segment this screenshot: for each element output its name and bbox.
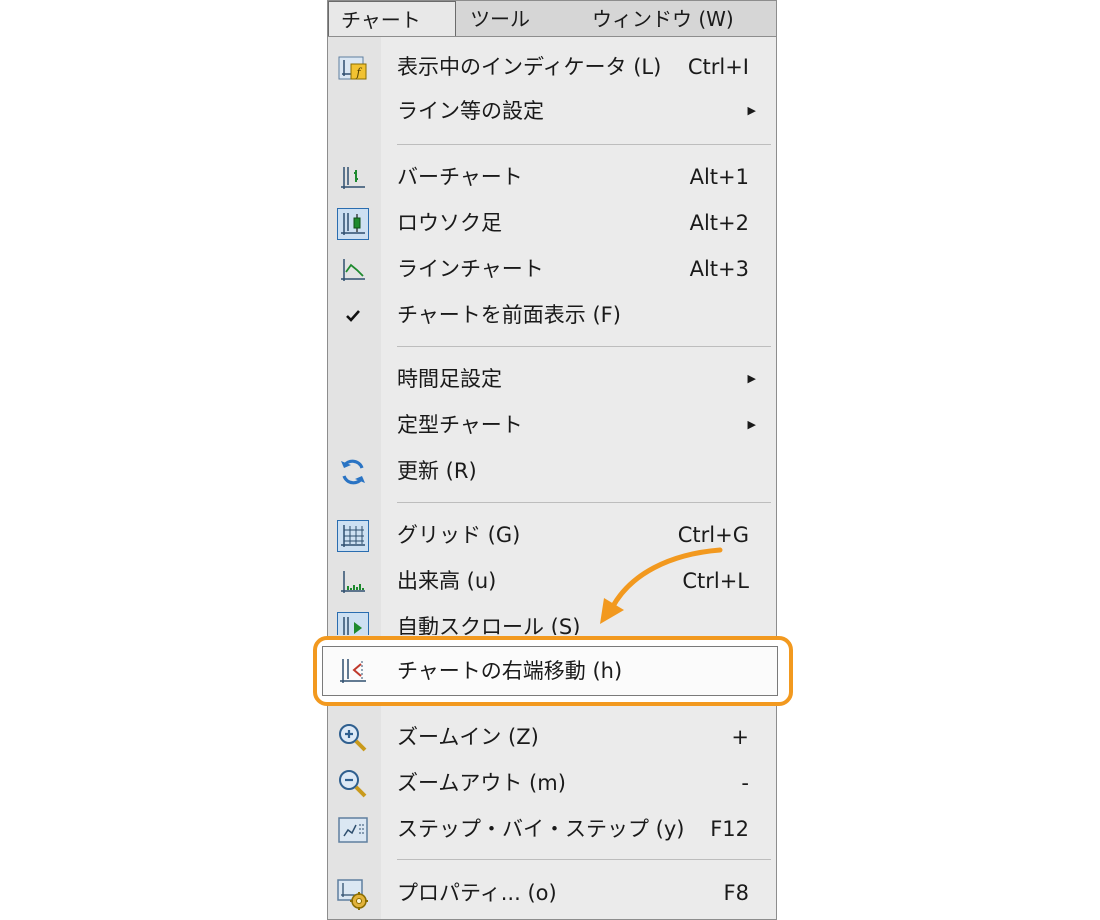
callout-arrow-icon — [600, 547, 723, 624]
menu-item-zoom-out[interactable]: ズームアウト (m) - — [328, 761, 776, 805]
zoom-out-icon — [337, 768, 369, 800]
auto-scroll-icon — [337, 612, 369, 635]
menu-item-label: ロウソク足 — [397, 211, 502, 235]
menu-item-indicators-list[interactable]: f 表示中のインディケータ (L) Ctrl+I — [328, 45, 776, 89]
menu-item-properties[interactable]: プロパティ... (o) F8 — [328, 871, 776, 915]
menu-item-label: 更新 (R) — [397, 459, 477, 483]
chart-shift-icon — [337, 656, 369, 688]
menu-item-shortcut: F8 — [723, 881, 749, 905]
menu-item-label: ライン等の設定 — [397, 99, 544, 123]
line-chart-icon — [337, 254, 369, 286]
checkmark-icon — [337, 300, 369, 332]
menu-item-label: 自動スクロール (S) — [397, 615, 581, 635]
refresh-icon — [337, 456, 369, 488]
menu-item-label: 表示中のインディケータ (L) — [397, 55, 662, 79]
indicator-list-icon: f — [337, 52, 369, 84]
menu-item-label: グリッド (G) — [397, 523, 521, 547]
menu-item-label: ステップ・バイ・ステップ (y) — [397, 817, 685, 841]
menu-item-label: ラインチャート — [397, 257, 544, 281]
menu-window[interactable]: ウィンドウ (W) — [578, 1, 748, 37]
menu-item-label: バーチャート — [397, 165, 523, 189]
bar-chart-icon — [337, 162, 369, 194]
menu-item-label: ズームイン (Z) — [397, 725, 539, 749]
menu-item-shortcut: - — [741, 771, 749, 795]
menu-item-templates[interactable]: 定型チャート ▶ — [328, 403, 776, 447]
menu-separator — [397, 502, 771, 503]
zoom-in-icon — [337, 722, 369, 754]
menu-item-shortcut: F12 — [710, 817, 749, 841]
menu-item-candlestick[interactable]: ロウソク足 Alt+2 — [328, 201, 776, 245]
menu-item-label: 出来高 (u) — [397, 569, 497, 593]
menu-item-label: チャートを前面表示 (F) — [397, 303, 621, 327]
submenu-arrow-icon: ▶ — [747, 372, 756, 385]
menu-item-step-by-step[interactable]: ステップ・バイ・ステップ (y) F12 — [328, 807, 776, 851]
menu-item-zoom-in[interactable]: ズームイン (Z) + — [328, 715, 776, 759]
menu-item-refresh[interactable]: 更新 (R) — [328, 449, 776, 493]
menu-item-label: プロパティ... (o) — [397, 881, 557, 905]
menu-item-label: ズームアウト (m) — [397, 771, 566, 795]
menu-item-shortcut: Ctrl+I — [687, 55, 749, 79]
chart-dropdown-menu: f 表示中のインディケータ (L) Ctrl+I ライン等の設定 ▶ バーチャー… — [327, 36, 777, 920]
volume-icon — [337, 566, 369, 598]
menu-item-shortcut: Alt+2 — [689, 211, 749, 235]
properties-icon — [337, 878, 369, 910]
submenu-arrow-icon: ▶ — [747, 418, 756, 431]
candlestick-icon — [337, 208, 369, 240]
grid-icon — [337, 520, 369, 552]
menu-item-timeframes[interactable]: 時間足設定 ▶ — [328, 357, 776, 401]
menu-item-label: 定型チャート — [397, 413, 523, 437]
step-by-step-icon — [337, 814, 369, 846]
menu-item-line-settings[interactable]: ライン等の設定 ▶ — [328, 89, 776, 133]
menu-item-chart-shift[interactable]: チャートの右端移動 (h) — [322, 646, 778, 696]
menu-separator — [397, 144, 771, 145]
submenu-arrow-icon: ▶ — [747, 104, 756, 117]
menu-item-line-chart[interactable]: ラインチャート Alt+3 — [328, 247, 776, 291]
menu-separator — [397, 859, 771, 860]
menu-item-shortcut: Alt+1 — [689, 165, 749, 189]
menu-bar: チャート (C) ツール (T) ウィンドウ (W) — [327, 0, 777, 68]
menu-separator — [397, 346, 771, 347]
menu-item-shortcut: + — [731, 725, 749, 749]
menu-tools[interactable]: ツール (T) — [456, 1, 578, 67]
menu-item-label: 時間足設定 — [397, 367, 502, 391]
menu-item-chart-foreground[interactable]: チャートを前面表示 (F) — [328, 293, 776, 337]
menu-item-label: チャートの右端移動 (h) — [397, 659, 623, 683]
menu-chart[interactable]: チャート (C) — [328, 1, 456, 68]
menu-item-shortcut: Alt+3 — [689, 257, 749, 281]
menu-item-bar-chart[interactable]: バーチャート Alt+1 — [328, 155, 776, 199]
